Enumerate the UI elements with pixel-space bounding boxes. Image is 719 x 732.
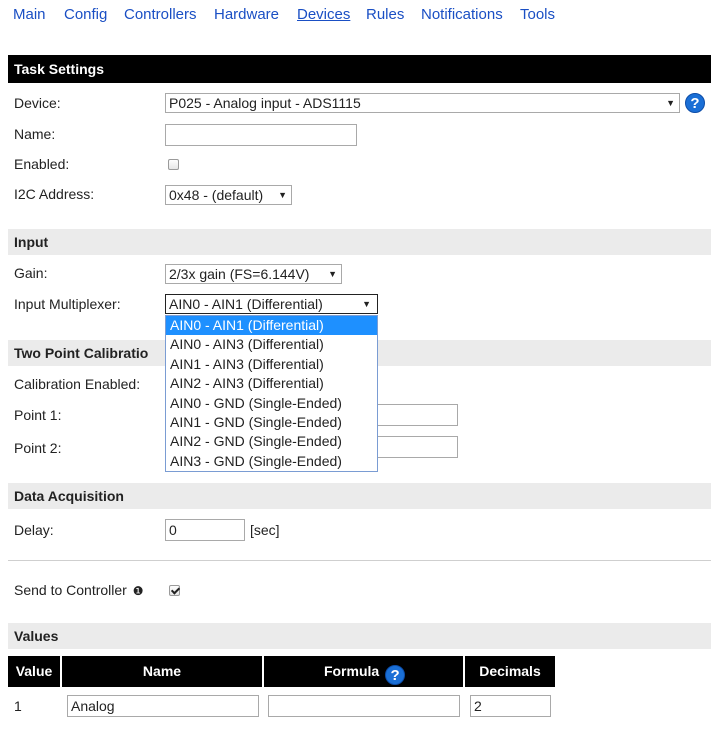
device-select[interactable]: P025 - Analog input - ADS1115 ▼ [165,93,680,113]
gain-value: 2/3x gain (FS=6.144V) [169,266,310,282]
chevron-down-icon: ▼ [666,98,675,108]
calibration-enabled-label: Calibration Enabled: [14,376,141,392]
nav-controllers[interactable]: Controllers [124,6,197,23]
send-to-controller-label: Send to Controller ❶ [14,582,144,598]
value-formula-input[interactable] [268,695,460,717]
values-header: Values [8,623,711,649]
device-select-value: P025 - Analog input - ADS1115 [169,95,361,111]
device-label: Device: [14,95,61,111]
dropdown-option[interactable]: AIN1 - AIN3 (Differential) [166,355,377,374]
point2-label: Point 2: [14,440,62,456]
nav-devices[interactable]: Devices [297,6,350,23]
help-icon[interactable]: ? [385,665,406,685]
gain-label: Gain: [14,265,48,281]
nav-main[interactable]: Main [13,6,46,23]
help-icon[interactable]: ? [685,93,705,113]
dropdown-option[interactable]: AIN2 - GND (Single-Ended) [166,432,377,451]
send-to-controller-checkbox[interactable] [169,585,180,596]
enabled-checkbox[interactable] [168,159,179,170]
task-settings-title: Task Settings [14,61,104,77]
name-input[interactable] [165,124,357,146]
chevron-down-icon: ▼ [362,299,371,309]
divider [8,560,711,561]
delay-unit: [sec] [250,522,280,538]
input-multiplexer-select[interactable]: AIN0 - AIN1 (Differential) ▼ [165,294,378,314]
info-icon: ❶ [132,584,144,598]
formula-label: Formula [323,663,380,679]
point1-label: Point 1: [14,407,62,423]
i2c-address-select[interactable]: 0x48 - (default) ▼ [165,185,292,205]
name-label: Name: [14,126,56,142]
gain-select[interactable]: 2/3x gain (FS=6.144V) ▼ [165,264,342,284]
chevron-down-icon: ▼ [278,190,287,200]
value-name-input[interactable]: Analog [67,695,259,717]
calibration-title: Two Point Calibratio [14,345,149,361]
send-to-controller-text: Send to Controller [14,582,127,598]
data-acquisition-title: Data Acquisition [14,488,124,504]
chevron-down-icon: ▼ [328,269,337,279]
data-acquisition-header: Data Acquisition [8,483,711,509]
value-decimals-input[interactable]: 2 [470,695,551,717]
dropdown-option[interactable]: AIN1 - GND (Single-Ended) [166,413,377,432]
dropdown-option[interactable]: AIN3 - GND (Single-Ended) [166,452,377,471]
i2c-address-label: I2C Address: [14,186,95,202]
nav-notifications[interactable]: Notifications [421,6,503,23]
nav-tools[interactable]: Tools [520,6,555,23]
nav-config[interactable]: Config [64,6,107,23]
nav-hardware[interactable]: Hardware [214,6,279,23]
input-multiplexer-dropdown[interactable]: AIN0 - AIN1 (Differential) AIN0 - AIN3 (… [165,315,378,472]
i2c-address-value: 0x48 - (default) [169,187,264,203]
task-settings-header: Task Settings [8,55,711,83]
dropdown-option[interactable]: AIN2 - AIN3 (Differential) [166,374,377,393]
dropdown-option[interactable]: AIN0 - AIN1 (Differential) [166,316,377,336]
delay-label: Delay: [14,522,54,538]
input-title: Input [14,234,49,250]
enabled-label: Enabled: [14,156,70,172]
value-index: 1 [14,698,22,714]
input-header: Input [8,229,711,255]
delay-input[interactable]: 0 [165,519,245,541]
input-multiplexer-value: AIN0 - AIN1 (Differential) [169,296,323,312]
input-multiplexer-label: Input Multiplexer: [14,296,121,312]
column-header-name: Name [62,656,262,687]
dropdown-option[interactable]: AIN0 - GND (Single-Ended) [166,394,377,413]
nav-rules[interactable]: Rules [366,6,404,23]
dropdown-option[interactable]: AIN0 - AIN3 (Differential) [166,335,377,354]
column-header-value: Value [8,656,60,687]
column-header-formula: Formula ? [264,656,463,687]
column-header-decimals: Decimals [465,656,555,687]
values-title: Values [14,628,59,644]
